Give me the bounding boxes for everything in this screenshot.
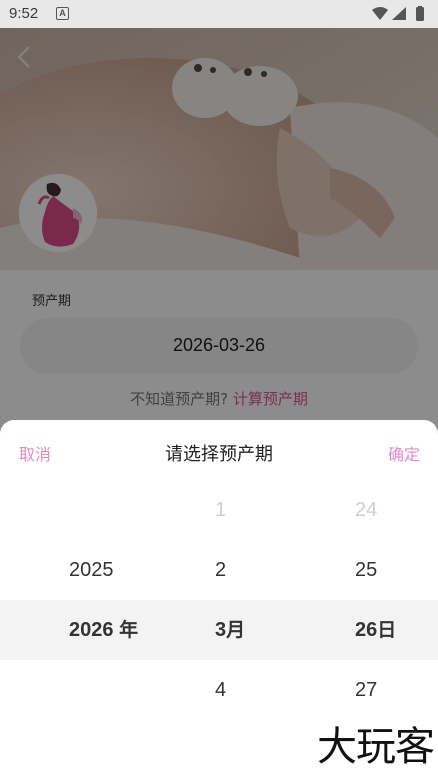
day-selected-value: 26 [355,619,378,641]
status-icons [372,6,424,21]
month-selected[interactable]: 3月 [150,600,290,660]
month-selected-value: 3 [215,619,227,641]
signal-icon [392,7,406,20]
battery-icon [416,7,424,21]
notification-icon: A [56,7,69,20]
wifi-icon [372,7,388,20]
year-selected-value: 2026 [69,619,114,641]
watermark: 大玩客 [317,724,435,770]
day-option[interactable]: 24 [300,480,438,540]
day-option[interactable]: 25 [300,540,438,600]
status-time: 9:52 [9,5,39,22]
day-unit: 日 [377,619,397,641]
month-option[interactable]: 1 [150,480,290,540]
picker-title: 请选择预产期 [165,444,273,465]
day-option[interactable]: 27 [300,660,438,720]
status-bar: 9:52 A [0,0,438,28]
cancel-button[interactable]: 取消 [19,441,51,465]
day-selected[interactable]: 26日 [300,600,438,660]
month-wheel[interactable]: 1 2 3月 4 [150,480,290,778]
month-unit: 月 [226,619,246,641]
month-option[interactable]: 2 [150,540,290,600]
year-unit: 年 [119,619,139,641]
month-option[interactable]: 4 [150,660,290,720]
confirm-button[interactable]: 确定 [388,441,420,465]
